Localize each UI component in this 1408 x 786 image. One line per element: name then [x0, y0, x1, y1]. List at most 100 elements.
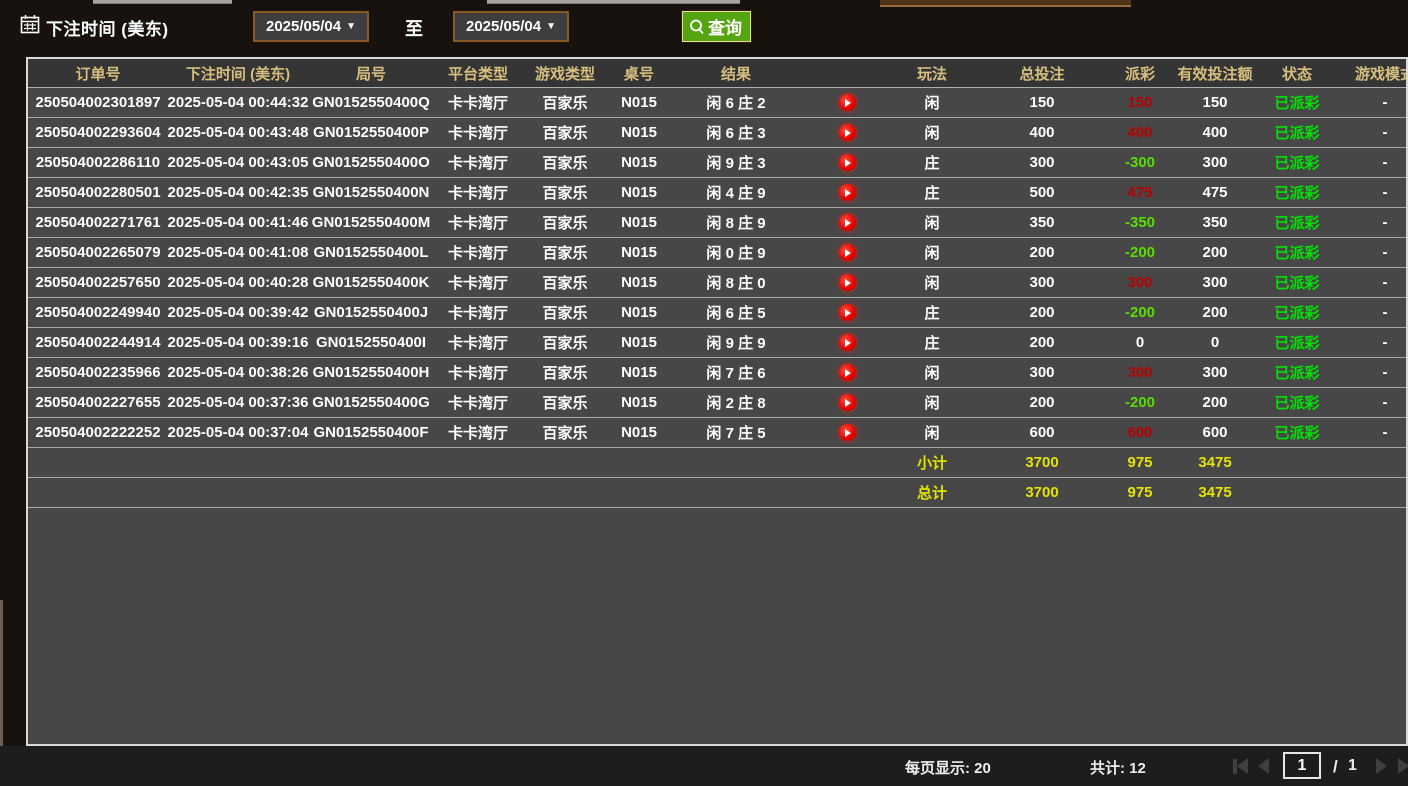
play-video-icon[interactable]: [838, 244, 856, 261]
table-row[interactable]: 250504002235966 2025-05-04 00:38:26 GN0152…: [28, 358, 1406, 388]
cell-payout: 475: [1127, 184, 1153, 201]
play-video-icon[interactable]: [838, 394, 856, 411]
table-row[interactable]: 250504002227655 2025-05-04 00:37:36 GN0152…: [28, 388, 1406, 418]
cell-order_no: 250504002257650: [35, 274, 161, 291]
cell-game_type: 百家乐: [542, 365, 588, 382]
cell-valid_bet: 200: [1202, 304, 1228, 321]
prev-page-icon: [1258, 758, 1269, 774]
orders-table: 订单号 下注时间 (美东) 局号 平台类型 游戏类型 桌号 结果 玩法 总投注 派彩 有效投注额 状态…: [26, 57, 1408, 746]
cell-result: 闲 9 庄 9: [706, 335, 766, 352]
table-row[interactable]: 250504002244914 2025-05-04 00:39:16 GN0152…: [28, 328, 1406, 358]
page-number-input[interactable]: [1283, 752, 1321, 779]
column-header-4: 游戏类型: [534, 65, 595, 83]
play-video-icon[interactable]: [838, 304, 856, 321]
play-video-icon[interactable]: [838, 184, 856, 201]
cell-status: 已派彩: [1274, 155, 1320, 172]
sum-label: 总计: [916, 485, 947, 502]
play-video-icon[interactable]: [838, 364, 856, 381]
cell-order_no: 250504002271761: [35, 214, 161, 231]
table-row[interactable]: 250504002286110 2025-05-04 00:43:05 GN0152…: [28, 148, 1406, 178]
cell-game_no: GN0152550400K: [312, 274, 430, 291]
column-header-7: [802, 59, 892, 87]
cell-table_no: N015: [621, 424, 657, 441]
cell-mode: -: [1382, 244, 1388, 261]
table-row[interactable]: 250504002265079 2025-05-04 00:41:08 GN0152…: [28, 238, 1406, 268]
cell-play: 闲: [924, 395, 940, 412]
date-to-select[interactable]: 2025/05/04 ▼: [453, 11, 569, 42]
cell-bet_time: 2025-05-04 00:42:35: [167, 184, 309, 201]
next-page-icon: [1376, 758, 1387, 774]
cell-mode: -: [1382, 304, 1388, 321]
table-row[interactable]: 250504002301897 2025-05-04 00:44:32 GN0152…: [28, 88, 1406, 118]
cell-platform: 卡卡湾厅: [447, 245, 508, 262]
cell-payout: -300: [1124, 154, 1156, 171]
cell-mode: -: [1382, 94, 1388, 111]
column-header-10: 派彩: [1124, 65, 1155, 83]
cell-bet_time: 2025-05-04 00:41:46: [167, 214, 309, 231]
table-row[interactable]: 250504002249940 2025-05-04 00:39:42 GN0152…: [28, 298, 1406, 328]
play-video-icon[interactable]: [838, 154, 856, 171]
cell-play: 庄: [924, 335, 940, 352]
video-replay-cell: [802, 328, 892, 357]
column-header-0: 订单号: [75, 65, 121, 83]
query-button[interactable]: 查询: [681, 10, 752, 43]
cell-status: 已派彩: [1274, 125, 1320, 142]
sum-cell: [434, 478, 522, 507]
cell-mode: -: [1382, 334, 1388, 351]
filter-bar: 下注时间 (美东) 2025/05/04 ▼ 至 2025/05/04 ▼ 查询: [0, 8, 1408, 50]
cell-play: 闲: [924, 95, 940, 112]
cell-bet_time: 2025-05-04 00:43:48: [167, 124, 309, 141]
cell-status: 已派彩: [1274, 395, 1320, 412]
play-video-icon[interactable]: [838, 334, 856, 351]
next-page-button[interactable]: [1376, 758, 1387, 774]
cell-table_no: N015: [621, 334, 657, 351]
video-replay-cell: [802, 118, 892, 147]
table-row[interactable]: 250504002257650 2025-05-04 00:40:28 GN0152…: [28, 268, 1406, 298]
cell-play: 闲: [924, 425, 940, 442]
cell-total_bet: 300: [1029, 274, 1055, 291]
play-video-icon[interactable]: [838, 214, 856, 231]
sum-cell: [28, 448, 168, 477]
play-video-icon[interactable]: [838, 274, 856, 291]
cell-valid_bet: 0: [1210, 334, 1220, 351]
cell-game_no: GN0152550400N: [312, 184, 430, 201]
cell-mode: -: [1382, 154, 1388, 171]
cell-bet_time: 2025-05-04 00:37:04: [167, 424, 309, 441]
video-replay-cell: [802, 268, 892, 297]
page-separator: /: [1333, 757, 1338, 776]
cell-order_no: 250504002293604: [35, 124, 161, 141]
sum-cell: [1332, 478, 1406, 507]
cell-valid_bet: 300: [1202, 364, 1228, 381]
prev-page-button[interactable]: [1258, 758, 1269, 774]
last-page-button[interactable]: [1398, 758, 1408, 774]
table-row[interactable]: 250504002222252 2025-05-04 00:37:04 GN0152…: [28, 418, 1406, 448]
cell-game_no: GN0152550400J: [313, 304, 429, 321]
cell-payout: 400: [1127, 124, 1153, 141]
cell-result: 闲 7 庄 6: [706, 365, 766, 382]
cutoff-element-top-right: [880, 0, 1131, 7]
column-header-8: 玩法: [916, 65, 947, 83]
sum-cell: [802, 448, 892, 477]
cell-status: 已派彩: [1274, 275, 1320, 292]
table-row[interactable]: 250504002293604 2025-05-04 00:43:48 GN0152…: [28, 118, 1406, 148]
table-row[interactable]: 250504002271761 2025-05-04 00:41:46 GN0152…: [28, 208, 1406, 238]
sum-cell: [168, 448, 308, 477]
cell-bet_time: 2025-05-04 00:39:16: [167, 334, 309, 351]
play-video-icon[interactable]: [838, 424, 856, 441]
cell-result: 闲 9 庄 3: [706, 155, 766, 172]
total-row: 总计 3700 975 3475: [28, 478, 1406, 508]
cell-game_no: GN0152550400I: [315, 334, 427, 351]
cell-total_bet: 400: [1029, 124, 1055, 141]
play-video-icon[interactable]: [838, 94, 856, 111]
play-video-icon[interactable]: [838, 124, 856, 141]
cell-table_no: N015: [621, 274, 657, 291]
calendar-icon: [20, 14, 40, 34]
first-page-button[interactable]: [1233, 758, 1248, 774]
subtotal-row: 小计 3700 975 3475: [28, 448, 1406, 478]
cell-result: 闲 7 庄 5: [706, 425, 766, 442]
cell-payout: 600: [1127, 424, 1153, 441]
table-row[interactable]: 250504002280501 2025-05-04 00:42:35 GN0152…: [28, 178, 1406, 208]
cell-payout: 300: [1127, 364, 1153, 381]
to-label: 至: [405, 19, 423, 39]
date-from-select[interactable]: 2025/05/04 ▼: [253, 11, 369, 42]
